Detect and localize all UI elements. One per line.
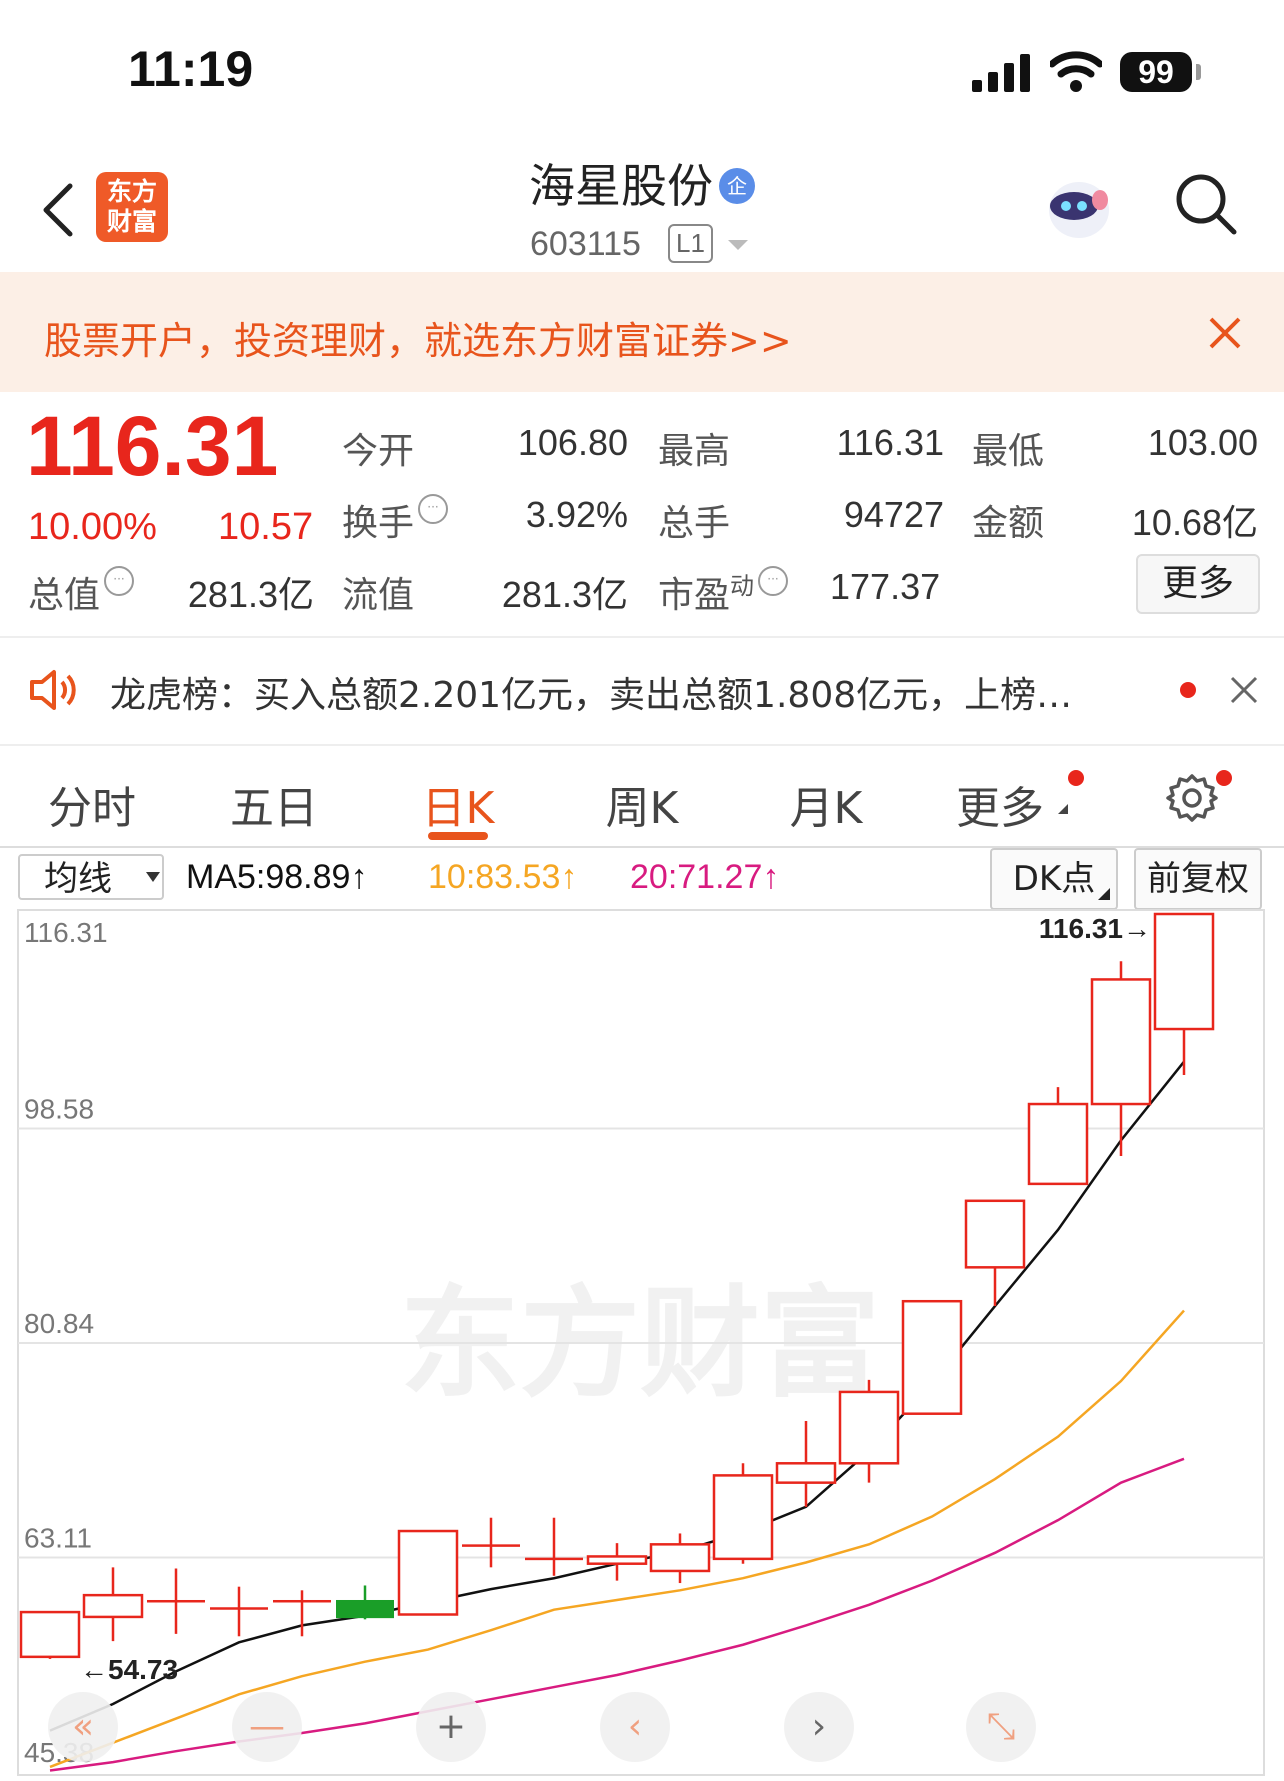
candle-body [525,1557,583,1561]
fast-rewind-button[interactable]: « [48,1692,118,1762]
min-price-label: ←54.73 [80,1654,178,1685]
candle-body [712,1474,774,1561]
scroll-right-button[interactable]: › [784,1692,854,1762]
candle-body [210,1607,268,1610]
chart-watermark: 东方财富 [400,1275,880,1414]
zoom-in-button[interactable]: + [416,1692,486,1762]
y-tick-label: 116.31 [24,917,108,948]
y-tick-label: 98.58 [24,1093,94,1124]
candle-body [1090,978,1152,1106]
candle-body [838,1390,900,1465]
candle-body [82,1593,144,1619]
fullscreen-button[interactable]: ⤡ [966,1692,1036,1762]
scroll-left-button[interactable]: ‹ [600,1692,670,1762]
candle-body [649,1543,711,1573]
candle-body [1027,1102,1089,1186]
candle-body [775,1462,837,1484]
candle-body [1153,912,1215,1031]
candle-body [273,1599,331,1603]
candle-body [147,1599,205,1603]
candle-body [19,1610,81,1659]
candle-body [462,1544,520,1547]
candle-body [901,1299,963,1415]
y-tick-label: 63.11 [24,1523,92,1554]
candle-body [397,1529,459,1616]
zoom-out-button[interactable]: — [232,1692,302,1762]
kline-chart[interactable]: 东方财富116.3198.5880.8463.1145.38116.31→←54… [0,0,1284,1781]
candle-body [586,1555,648,1565]
y-tick-label: 80.84 [24,1308,94,1339]
max-price-label: 116.31→ [1039,913,1151,944]
candle-body [964,1199,1026,1269]
candle-body [336,1599,394,1619]
